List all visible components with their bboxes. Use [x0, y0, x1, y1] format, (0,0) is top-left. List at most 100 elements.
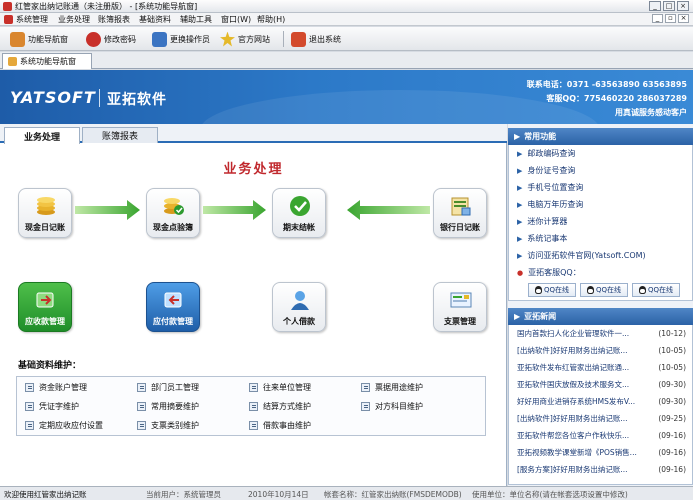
link-label: 手机号位置查询	[527, 183, 584, 192]
link-calendar[interactable]: ▶ 电脑万年历查询	[509, 196, 692, 213]
menu-system[interactable]: 系统管理	[16, 14, 48, 25]
form-icon	[25, 383, 34, 392]
bullet-arrow-icon: ▶	[517, 217, 523, 226]
chevron-right-icon: ▶	[514, 312, 521, 321]
maximize-button[interactable]: □	[663, 1, 675, 11]
coins-check-icon	[164, 198, 184, 215]
basic-item-label: 往来单位管理	[263, 383, 311, 392]
link-label: 迷你计算器	[527, 217, 568, 226]
toolbar-website-button[interactable]: 官方网站	[220, 30, 270, 48]
node-receivables[interactable]: 应收款管理	[18, 282, 72, 332]
bullet-arrow-icon: ▶	[517, 183, 523, 192]
node-bank-journal-label: 银行日记账	[440, 223, 480, 232]
link-calculator[interactable]: ▶ 迷你计算器	[509, 213, 692, 230]
basic-item-periodic-ar-ap[interactable]: 定期应收应付设置	[25, 420, 103, 431]
basic-item-label: 结算方式维护	[263, 402, 311, 411]
form-icon	[249, 402, 258, 411]
link-official-site[interactable]: ▶ 访问亚拓软件官网(Yatsoft.COM)	[509, 247, 692, 264]
common-functions-section: ▶ 常用功能 ▶ 邮政编码查询 ▶ 身份证号查询 ▶ 手机号位置查询 ▶ 电脑万年历查询…	[508, 128, 693, 301]
toolbar-switch-user-button[interactable]: 更换操作员	[152, 30, 210, 48]
basic-item-label: 部门员工管理	[151, 383, 199, 392]
news-item[interactable]: 国内首款扫人化企业管理软件一... (10-12)	[509, 325, 692, 342]
menu-tools[interactable]: 辅助工具	[180, 14, 212, 25]
node-cash-journal-label: 现金日记账	[25, 223, 65, 232]
qq-button-label: QQ在线	[595, 286, 622, 294]
minimize-button[interactable]: _	[649, 1, 661, 11]
menu-ledger[interactable]: 账簿报表	[98, 14, 130, 25]
toolbar-exit-button[interactable]: 退出系统	[291, 30, 341, 48]
menu-business[interactable]: 业务处理	[58, 14, 90, 25]
qq-online-button-1[interactable]: QQ在线	[528, 283, 576, 297]
menu-bar: 系统管理 业务处理 账簿报表 基础资料 辅助工具 窗口(W) 帮助(H) _ ▫…	[0, 13, 693, 26]
news-item-title: [服务方案]好好用财务出纳记账...	[517, 465, 628, 474]
window-title: 红管家出纳记账通（未注册版） - [系统功能导航窗]	[15, 2, 198, 11]
tab-system-nav[interactable]: 系统功能导航窗	[2, 53, 92, 69]
mdi-close-button[interactable]: ×	[678, 14, 689, 23]
menu-window[interactable]: 窗口(W)	[221, 14, 251, 25]
contact-phone: 联系电话：0371 -63563890 63563895	[526, 80, 687, 89]
basic-item-counter-account[interactable]: 对方科目维护	[361, 401, 423, 412]
menu-basic-data[interactable]: 基础资料	[139, 14, 171, 25]
mdi-minimize-button[interactable]: _	[652, 14, 663, 23]
common-functions-header[interactable]: ▶ 常用功能	[508, 128, 693, 145]
news-item[interactable]: 亚拓软件帮您各位客户作秋快乐... (09-16)	[509, 427, 692, 444]
news-item[interactable]: 亚拓软件发布红管家出纳记账通... (10-05)	[509, 359, 692, 376]
qq-button-row: QQ在线 QQ在线 QQ在线	[509, 281, 692, 300]
node-personal-loan[interactable]: 个人借款	[272, 282, 326, 332]
news-item-date: (09-16)	[658, 431, 686, 440]
news-item-title: 国内首款扫人化企业管理软件一...	[517, 329, 630, 338]
node-cheque[interactable]: 支票管理	[433, 282, 487, 332]
toolbar-exit-label: 退出系统	[309, 34, 341, 44]
form-icon	[137, 383, 146, 392]
basic-item-cheque-types[interactable]: 支票类别维护	[137, 420, 199, 431]
node-payables[interactable]: 应付款管理	[146, 282, 200, 332]
basic-item-voucher-word[interactable]: 凭证字维护	[25, 401, 79, 412]
menu-help[interactable]: 帮助(H)	[257, 14, 285, 25]
news-item[interactable]: 亚拓软件国庆放假及技术服务文... (09-30)	[509, 376, 692, 393]
news-header[interactable]: ▶ 亚拓新闻	[508, 308, 693, 325]
basic-item-departments[interactable]: 部门员工管理	[137, 382, 199, 393]
qq-label-text: 亚拓客服QQ：	[528, 268, 581, 277]
news-item[interactable]: [出纳软件]好好用财务出纳记账... (09-25)	[509, 410, 692, 427]
basic-item-partners[interactable]: 往来单位管理	[249, 382, 311, 393]
common-functions-title: 常用功能	[524, 132, 557, 141]
toolbar-nav-button[interactable]: 功能导航窗	[10, 30, 68, 48]
news-item-title: 亚拓软件帮您各位客户作秋快乐...	[517, 431, 630, 440]
node-period-close-label: 期末结帐	[283, 223, 315, 232]
link-notepad[interactable]: ▶ 系统记事本	[509, 230, 692, 247]
news-item-date: (10-05)	[658, 363, 686, 372]
home-icon	[10, 31, 25, 47]
basic-item-fund-accounts[interactable]: 资金账户管理	[25, 382, 87, 393]
news-item[interactable]: 亚拓视频教学课堂新增《POS销售... (09-16)	[509, 444, 692, 461]
node-period-close[interactable]: 期末结帐	[272, 188, 326, 238]
company-name: 亚拓软件	[107, 92, 167, 108]
toolbar-password-button[interactable]: 修改密码	[86, 30, 136, 48]
basic-item-loan-reasons[interactable]: 借款事由维护	[249, 420, 311, 431]
news-item[interactable]: [出纳软件]好好用财务出纳记账... (10-05)	[509, 342, 692, 359]
tab-window-icon	[8, 57, 17, 66]
news-item[interactable]: [服务方案]好好用财务出纳记账... (09-16)	[509, 461, 692, 478]
form-icon	[137, 421, 146, 430]
link-id-card[interactable]: ▶ 身份证号查询	[509, 162, 692, 179]
basic-item-settlement[interactable]: 结算方式维护	[249, 401, 311, 412]
qq-online-button-2[interactable]: QQ在线	[580, 283, 628, 297]
basic-item-label: 凭证字维护	[39, 402, 79, 411]
node-cash-journal[interactable]: 现金日记账	[18, 188, 72, 238]
news-item-date: (09-16)	[658, 448, 686, 457]
qq-online-button-3[interactable]: QQ在线	[632, 283, 680, 297]
basic-item-summaries[interactable]: 常用摘要维护	[137, 401, 199, 412]
status-bar: 欢迎使用红管家出纳记账 当前用户：系统管理员 2010年10月14日 帐套名称：…	[0, 486, 693, 500]
qq-logo-icon: ●	[517, 268, 524, 277]
close-button[interactable]: ×	[677, 1, 689, 11]
person-icon	[291, 291, 309, 310]
mdi-restore-button[interactable]: ▫	[665, 14, 676, 23]
basic-item-bill-purpose[interactable]: 票据用途维护	[361, 382, 423, 393]
node-cash-check[interactable]: 现金点验簿	[146, 188, 200, 238]
news-item[interactable]: 好好用商业进销存系统HMS发布V... (09-30)	[509, 393, 692, 410]
news-item-title: 亚拓软件发布红管家出纳记账通...	[517, 363, 630, 372]
link-mobile-location[interactable]: ▶ 手机号位置查询	[509, 179, 692, 196]
qq-button-label: QQ在线	[647, 286, 674, 294]
node-bank-journal[interactable]: 银行日记账	[433, 188, 487, 238]
link-postcode[interactable]: ▶ 邮政编码查询	[509, 145, 692, 162]
node-payables-label: 应付款管理	[153, 317, 193, 326]
